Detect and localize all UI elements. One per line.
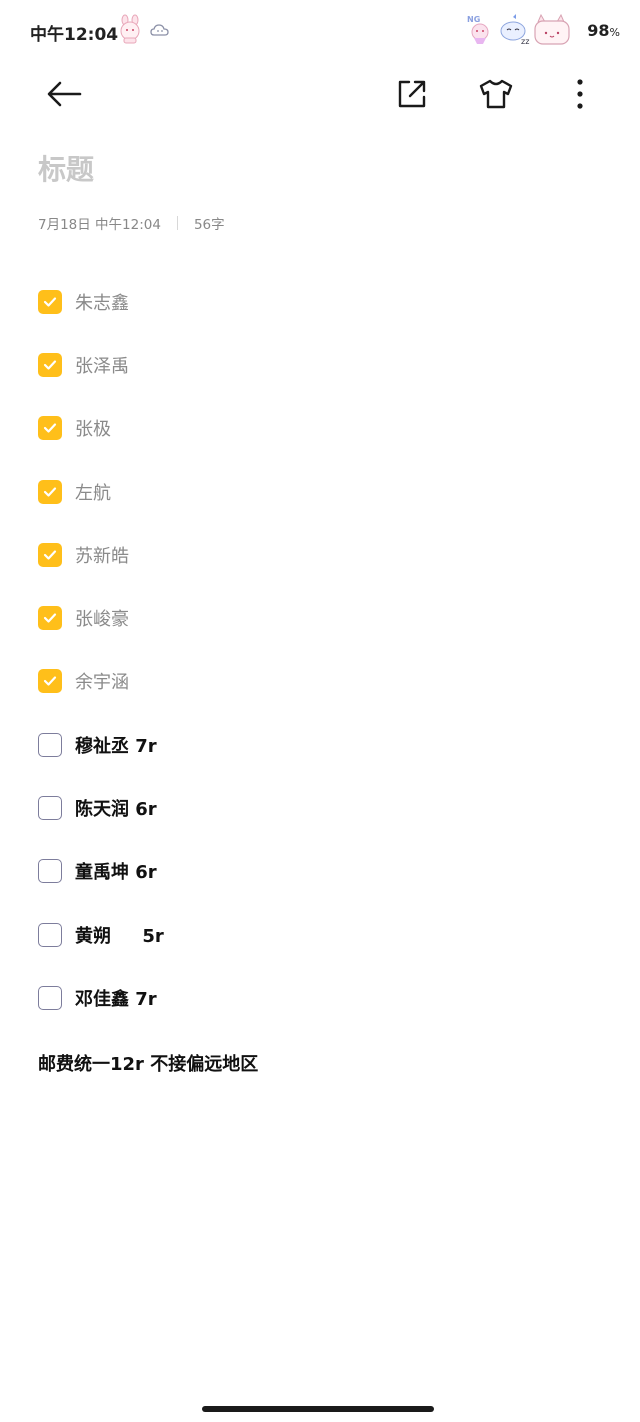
- checklist-item-text: 陈天润 6r: [75, 799, 157, 821]
- checkbox-unchecked[interactable]: [38, 922, 62, 947]
- checklist-item-text: 苏新皓: [75, 545, 129, 567]
- checklist-item[interactable]: 黄朔 5r: [38, 903, 602, 966]
- theme-button[interactable]: [472, 70, 520, 118]
- checkbox-unchecked[interactable]: [38, 796, 62, 821]
- cloud-notification-icon: [150, 22, 170, 42]
- checklist-item-text: 张泽禹: [75, 355, 129, 377]
- back-arrow-icon: [47, 81, 82, 107]
- tshirt-icon: [479, 79, 513, 109]
- checkbox-checked[interactable]: [38, 352, 62, 377]
- checkbox-unchecked[interactable]: [38, 859, 62, 884]
- sticker-character-icon: NG: [465, 12, 495, 50]
- checkmark-icon: [43, 360, 57, 370]
- note-title-input[interactable]: 标题: [38, 148, 94, 188]
- checklist-item[interactable]: 张峻豪: [38, 586, 602, 649]
- more-vertical-icon: [577, 79, 583, 109]
- battery-bunny-icon: [533, 13, 571, 50]
- sticker-sleeping-icon: zz: [497, 14, 531, 50]
- checklist-item-text: 左航: [75, 482, 111, 504]
- bunny-sticker-icon: [115, 14, 145, 48]
- checkbox-checked[interactable]: [38, 542, 62, 567]
- status-time: 中午12:04: [30, 25, 119, 45]
- checklist-item[interactable]: 邓佳鑫 7r: [38, 966, 602, 1029]
- note-meta: 7月18日 中午12:04 56字: [38, 213, 225, 233]
- back-button[interactable]: [40, 70, 88, 118]
- checkbox-checked[interactable]: [38, 479, 62, 504]
- meta-divider: [176, 216, 178, 230]
- checklist-item[interactable]: 张泽禹: [38, 333, 602, 396]
- checklist-item-text: 张极: [75, 419, 111, 441]
- checklist-item-text: 余宇涵: [75, 672, 129, 694]
- note-toolbar: [0, 64, 640, 124]
- checklist: 朱志鑫 张泽禹 张极 左航 苏新皓 张峻豪 余宇涵 穆祉丞 7r 陈天润 6r …: [38, 270, 602, 1030]
- battery-value: 98: [587, 21, 610, 40]
- checkmark-icon: [43, 613, 57, 623]
- checkbox-unchecked[interactable]: [38, 985, 62, 1010]
- share-button[interactable]: [388, 70, 436, 118]
- checkmark-icon: [43, 423, 57, 433]
- checklist-item-text: 邓佳鑫 7r: [75, 988, 157, 1010]
- checklist-item-text: 朱志鑫: [75, 292, 129, 314]
- checklist-item-text: 穆祉丞 7r: [75, 735, 157, 757]
- checkmark-icon: [43, 486, 57, 497]
- share-icon: [398, 80, 426, 108]
- checklist-item[interactable]: 穆祉丞 7r: [38, 713, 602, 776]
- svg-text:zz: zz: [521, 37, 529, 46]
- checklist-item[interactable]: 苏新皓: [38, 523, 602, 586]
- checkbox-checked[interactable]: [38, 289, 62, 314]
- checklist-item[interactable]: 余宇涵: [38, 650, 602, 713]
- checkbox-checked[interactable]: [38, 416, 62, 441]
- note-date: 7月18日 中午12:04: [38, 217, 161, 233]
- home-indicator[interactable]: [202, 1406, 434, 1412]
- checkmark-icon: [43, 550, 57, 560]
- checklist-item[interactable]: 左航: [38, 460, 602, 523]
- word-count: 56字: [193, 217, 225, 233]
- checklist-item[interactable]: 童禹坤 6r: [38, 840, 602, 903]
- svg-text:NG: NG: [467, 15, 480, 24]
- note-body-text[interactable]: 邮费统一12r 不接偏远地区: [38, 1050, 258, 1076]
- more-options-button[interactable]: [556, 70, 604, 118]
- checklist-item-text: 黄朔 5r: [75, 925, 164, 947]
- checklist-item[interactable]: 张极: [38, 397, 602, 460]
- checklist-item[interactable]: 朱志鑫: [38, 270, 602, 333]
- checkbox-checked[interactable]: [38, 606, 62, 631]
- battery-level: 98%: [587, 21, 620, 40]
- checklist-item-text: 童禹坤 6r: [75, 862, 157, 884]
- checkmark-icon: [43, 676, 57, 687]
- checkbox-checked[interactable]: [38, 669, 62, 694]
- checkbox-unchecked[interactable]: [38, 732, 62, 757]
- checklist-item-text: 张峻豪: [75, 609, 129, 631]
- checklist-item[interactable]: 陈天润 6r: [38, 776, 602, 839]
- battery-unit: %: [609, 26, 620, 39]
- checkmark-icon: [43, 297, 57, 307]
- status-bar: 中午12:04 NG zz 98%: [0, 0, 640, 64]
